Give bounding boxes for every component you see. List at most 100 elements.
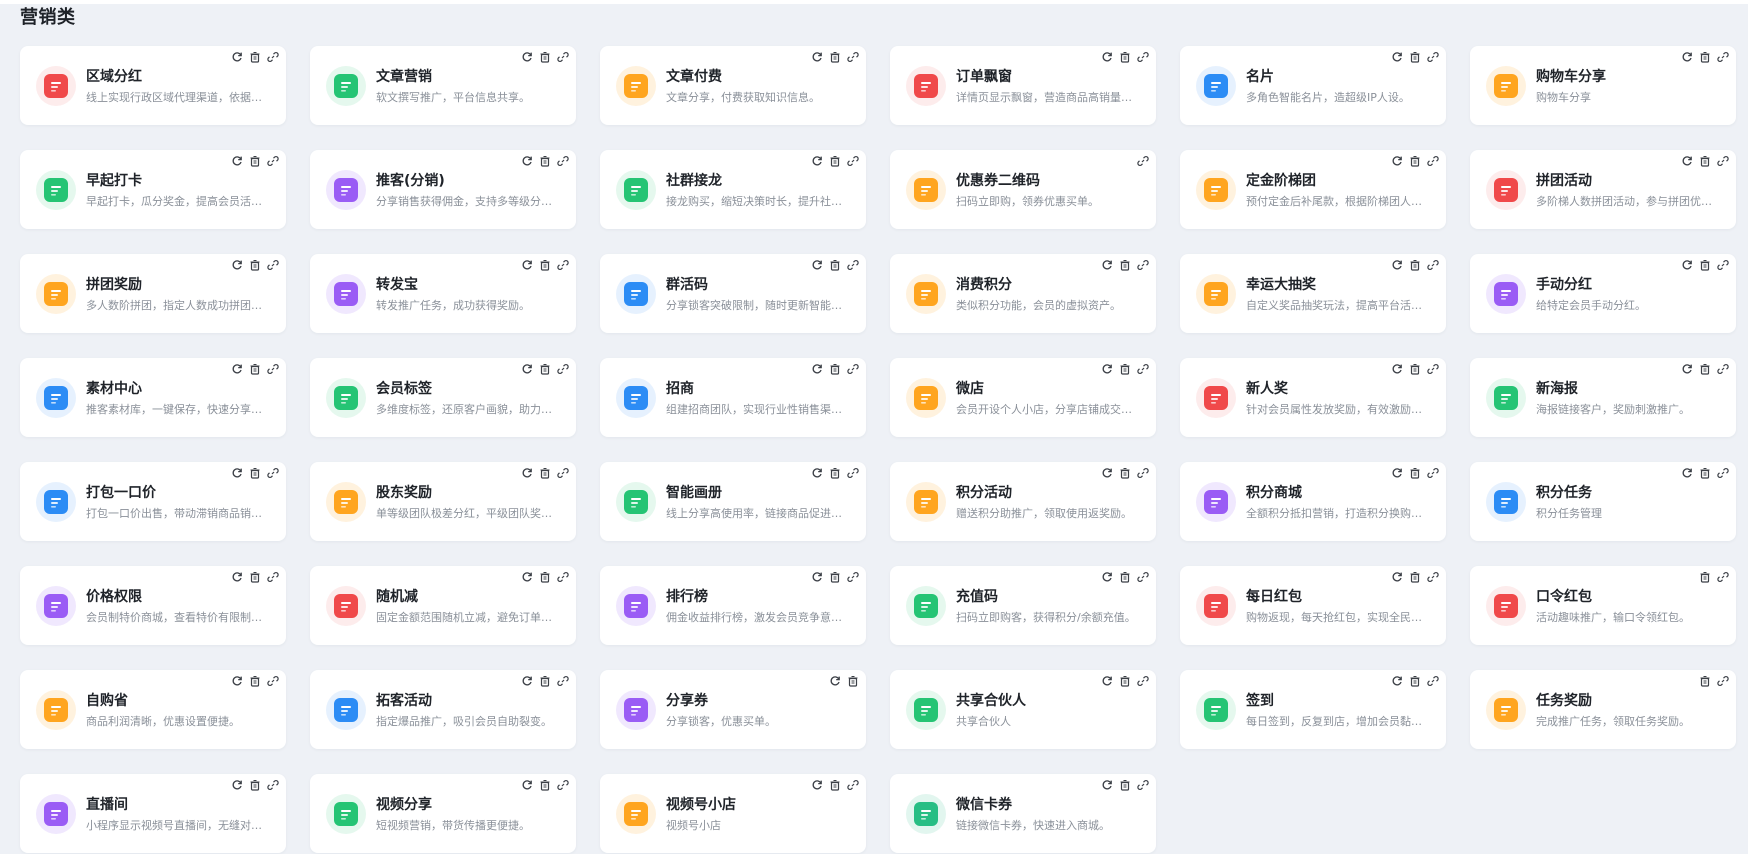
refresh-icon[interactable] bbox=[1680, 154, 1694, 168]
link-icon[interactable] bbox=[556, 362, 570, 376]
delete-icon[interactable] bbox=[828, 50, 842, 64]
delete-icon[interactable] bbox=[538, 50, 552, 64]
refresh-icon[interactable] bbox=[230, 674, 244, 688]
refresh-icon[interactable] bbox=[1390, 466, 1404, 480]
app-card[interactable]: 股东奖励 单等级团队极差分红，平级团队奖励。 bbox=[310, 462, 576, 541]
link-icon[interactable] bbox=[846, 50, 860, 64]
refresh-icon[interactable] bbox=[520, 50, 534, 64]
refresh-icon[interactable] bbox=[828, 674, 842, 688]
refresh-icon[interactable] bbox=[520, 154, 534, 168]
app-card[interactable]: 积分商城 全额积分抵扣营销，打造积分换购商城。 bbox=[1180, 462, 1446, 541]
delete-icon[interactable] bbox=[1118, 778, 1132, 792]
link-icon[interactable] bbox=[1136, 466, 1150, 480]
link-icon[interactable] bbox=[1716, 258, 1730, 272]
link-icon[interactable] bbox=[846, 258, 860, 272]
delete-icon[interactable] bbox=[1408, 258, 1422, 272]
refresh-icon[interactable] bbox=[520, 466, 534, 480]
delete-icon[interactable] bbox=[828, 362, 842, 376]
delete-icon[interactable] bbox=[248, 674, 262, 688]
delete-icon[interactable] bbox=[248, 362, 262, 376]
refresh-icon[interactable] bbox=[230, 258, 244, 272]
app-card[interactable]: 分享券 分享锁客，优惠买单。 bbox=[600, 670, 866, 749]
app-card[interactable]: 每日红包 购物返现，每天抢红包，实现全民营销。 bbox=[1180, 566, 1446, 645]
delete-icon[interactable] bbox=[828, 258, 842, 272]
delete-icon[interactable] bbox=[828, 778, 842, 792]
app-card[interactable]: 视频分享 短视频营销，带货传播更便捷。 bbox=[310, 774, 576, 853]
refresh-icon[interactable] bbox=[810, 466, 824, 480]
app-card[interactable]: 口令红包 活动趣味推广，输口令领红包。 bbox=[1470, 566, 1736, 645]
refresh-icon[interactable] bbox=[520, 362, 534, 376]
delete-icon[interactable] bbox=[1408, 362, 1422, 376]
app-card[interactable]: 文章营销 软文撰写推广，平台信息共享。 bbox=[310, 46, 576, 125]
app-card[interactable]: 消费积分 类似积分功能，会员的虚拟资产。 bbox=[890, 254, 1156, 333]
refresh-icon[interactable] bbox=[810, 154, 824, 168]
refresh-icon[interactable] bbox=[1100, 674, 1114, 688]
app-card[interactable]: 区域分红线上实现行政区域代理渠道，依据区域业绩分红。 bbox=[20, 46, 286, 125]
refresh-icon[interactable] bbox=[230, 50, 244, 64]
delete-icon[interactable] bbox=[248, 154, 262, 168]
delete-icon[interactable] bbox=[828, 154, 842, 168]
app-card[interactable]: 拓客活动 指定爆品推广，吸引会员自助裂变。 bbox=[310, 670, 576, 749]
link-icon[interactable] bbox=[1426, 466, 1440, 480]
refresh-icon[interactable] bbox=[810, 778, 824, 792]
link-icon[interactable] bbox=[1426, 50, 1440, 64]
link-icon[interactable] bbox=[556, 570, 570, 584]
delete-icon[interactable] bbox=[1408, 154, 1422, 168]
app-card[interactable]: 新人奖针对会员属性发放奖励，有效激励新会员。 bbox=[1180, 358, 1446, 437]
app-card[interactable]: 自购省 商品利润清晰，优惠设置便捷。 bbox=[20, 670, 286, 749]
app-card[interactable]: 打包一口价 打包一口价出售，带动滞销商品销售。 bbox=[20, 462, 286, 541]
delete-icon[interactable] bbox=[248, 570, 262, 584]
link-icon[interactable] bbox=[1136, 258, 1150, 272]
refresh-icon[interactable] bbox=[810, 258, 824, 272]
link-icon[interactable] bbox=[846, 154, 860, 168]
link-icon[interactable] bbox=[556, 50, 570, 64]
refresh-icon[interactable] bbox=[520, 778, 534, 792]
link-icon[interactable] bbox=[1716, 674, 1730, 688]
delete-icon[interactable] bbox=[1118, 50, 1132, 64]
app-card[interactable]: 拼团奖励多人数阶拼团，指定人数成功拼团可得奖励。 bbox=[20, 254, 286, 333]
delete-icon[interactable] bbox=[538, 258, 552, 272]
app-card[interactable]: 手动分红 给特定会员手动分红。 bbox=[1470, 254, 1736, 333]
delete-icon[interactable] bbox=[248, 778, 262, 792]
link-icon[interactable] bbox=[1426, 362, 1440, 376]
refresh-icon[interactable] bbox=[230, 778, 244, 792]
delete-icon[interactable] bbox=[1698, 50, 1712, 64]
link-icon[interactable] bbox=[1136, 362, 1150, 376]
link-icon[interactable] bbox=[1716, 570, 1730, 584]
refresh-icon[interactable] bbox=[1680, 258, 1694, 272]
link-icon[interactable] bbox=[1136, 778, 1150, 792]
delete-icon[interactable] bbox=[248, 258, 262, 272]
refresh-icon[interactable] bbox=[810, 362, 824, 376]
app-card[interactable]: 积分活动 赠送积分助推广，领取使用返奖励。 bbox=[890, 462, 1156, 541]
refresh-icon[interactable] bbox=[810, 570, 824, 584]
refresh-icon[interactable] bbox=[520, 570, 534, 584]
delete-icon[interactable] bbox=[1408, 466, 1422, 480]
app-card[interactable]: 文章付费 文章分享，付费获取知识信息。 bbox=[600, 46, 866, 125]
delete-icon[interactable] bbox=[828, 570, 842, 584]
link-icon[interactable] bbox=[266, 362, 280, 376]
refresh-icon[interactable] bbox=[520, 258, 534, 272]
refresh-icon[interactable] bbox=[1390, 50, 1404, 64]
app-card[interactable]: 共享合伙人 共享合伙人 bbox=[890, 670, 1156, 749]
link-icon[interactable] bbox=[1426, 154, 1440, 168]
app-card[interactable]: 直播间 小程序显示视频号直播间，无缝对接。 bbox=[20, 774, 286, 853]
link-icon[interactable] bbox=[846, 570, 860, 584]
refresh-icon[interactable] bbox=[1390, 674, 1404, 688]
app-card[interactable]: 任务奖励 完成推广任务，领取任务奖励。 bbox=[1470, 670, 1736, 749]
link-icon[interactable] bbox=[266, 154, 280, 168]
app-card[interactable]: 订单飘窗 详情页显示飘窗，营造商品高销量氛围。 bbox=[890, 46, 1156, 125]
refresh-icon[interactable] bbox=[230, 154, 244, 168]
link-icon[interactable] bbox=[1426, 674, 1440, 688]
link-icon[interactable] bbox=[266, 258, 280, 272]
delete-icon[interactable] bbox=[538, 362, 552, 376]
delete-icon[interactable] bbox=[1698, 258, 1712, 272]
link-icon[interactable] bbox=[266, 674, 280, 688]
refresh-icon[interactable] bbox=[520, 674, 534, 688]
refresh-icon[interactable] bbox=[230, 570, 244, 584]
refresh-icon[interactable] bbox=[1100, 570, 1114, 584]
delete-icon[interactable] bbox=[1698, 154, 1712, 168]
app-card[interactable]: 优惠券二维码 扫码立即购，领券优惠买单。 bbox=[890, 150, 1156, 229]
delete-icon[interactable] bbox=[1118, 258, 1132, 272]
refresh-icon[interactable] bbox=[230, 362, 244, 376]
app-card[interactable]: 价格权限 会员制特价商城，查看特价有限制门槛。 bbox=[20, 566, 286, 645]
